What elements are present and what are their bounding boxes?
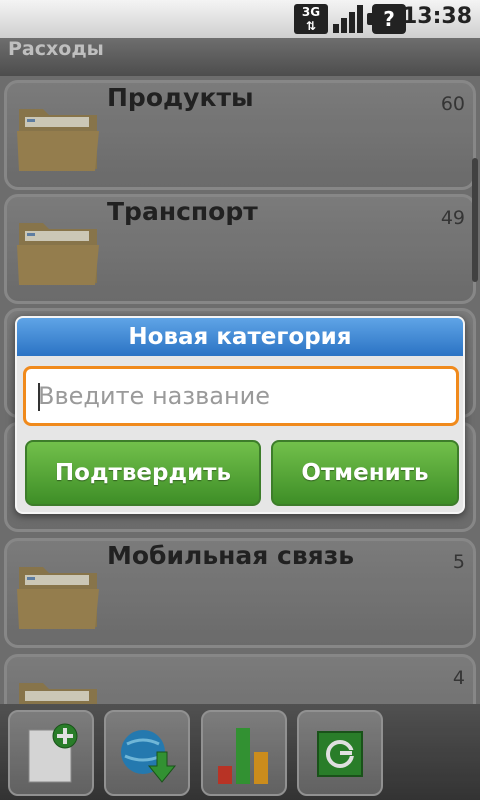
clock: 13:38: [401, 4, 472, 29]
cancel-button[interactable]: Отменить: [271, 440, 459, 506]
battery-unknown-icon: ?: [367, 4, 406, 34]
category-name-input[interactable]: [26, 369, 456, 423]
network-type: 3G: [301, 5, 321, 19]
text-cursor: [38, 383, 40, 411]
signal-strength-icon: [333, 5, 363, 33]
dialog-title: Новая категория: [17, 318, 463, 356]
battery-symbol: ?: [383, 7, 395, 31]
category-name-field[interactable]: [23, 366, 459, 426]
app-title: Расходы: [8, 38, 104, 60]
confirm-button[interactable]: Подтвердить: [25, 440, 261, 506]
app-title-bar: Расходы: [0, 38, 480, 76]
new-category-dialog: Новая категория Подтвердить Отменить: [15, 316, 465, 514]
network-3g-icon: 3G ⇅: [294, 4, 328, 34]
status-bar: 3G ⇅ ? 13:38: [0, 0, 480, 38]
